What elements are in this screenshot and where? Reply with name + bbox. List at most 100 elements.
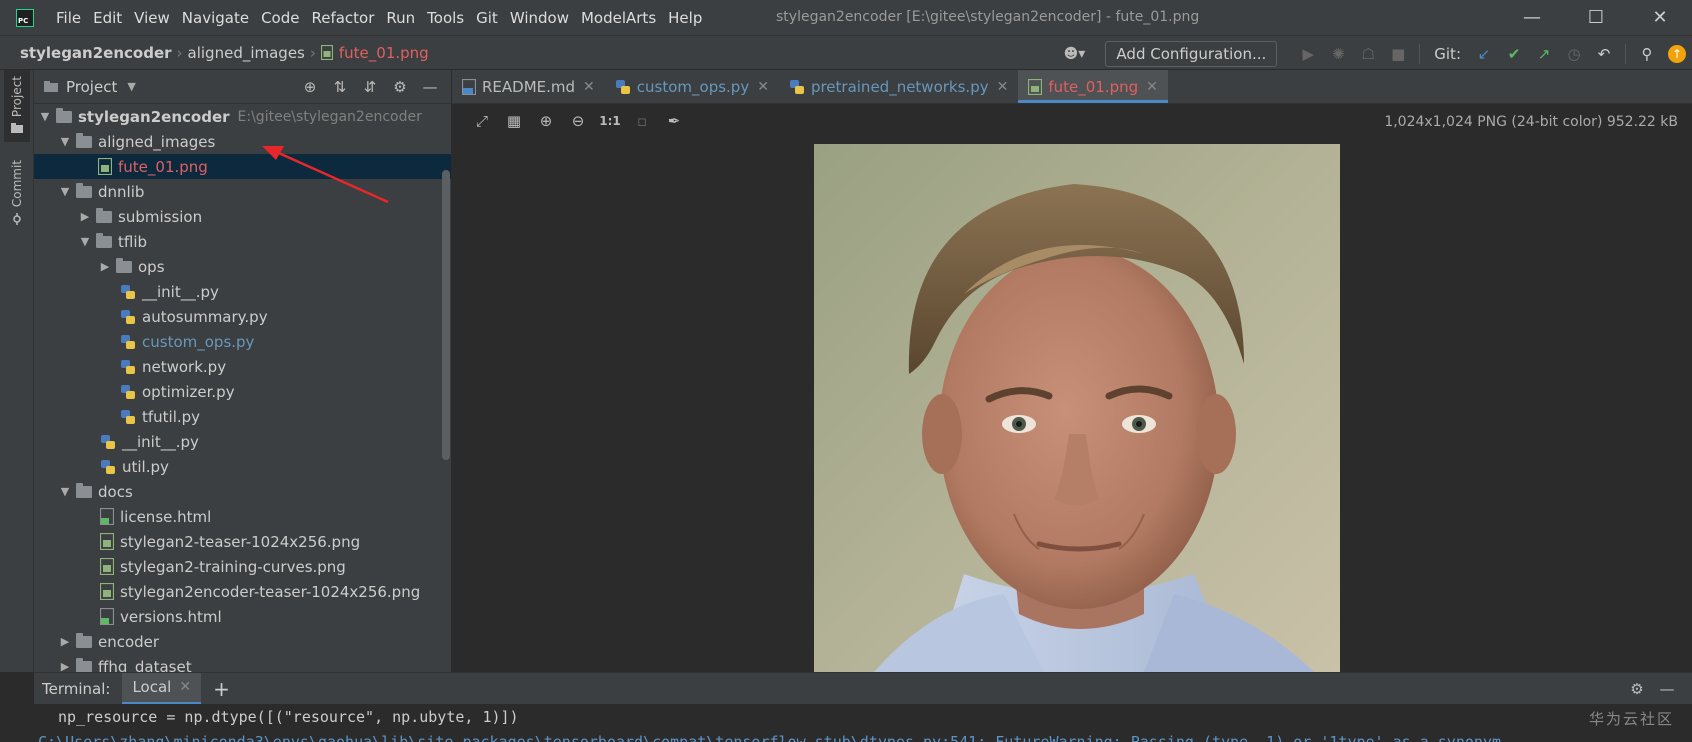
chevron-down-icon[interactable]: ▼ [127,80,135,93]
tree-item-stylegan2encoder[interactable]: ▼ stylegan2encoder E:\gitee\stylegan2enc… [34,104,451,129]
menu-file[interactable]: File [50,9,87,27]
maximize-icon[interactable]: ☐ [1564,0,1628,35]
menu-window[interactable]: Window [504,9,575,27]
color-picker-icon[interactable]: ✒ [658,108,690,134]
debug-icon[interactable]: ✺ [1323,39,1353,69]
tree-item-tflib[interactable]: ▼ tflib [34,229,451,254]
chevron-down-icon[interactable]: ▼ [58,185,72,198]
tab-fute-01-png[interactable]: fute_01.png ✕ [1018,70,1168,103]
project-tree-scrollbar[interactable] [442,170,450,460]
menu-edit[interactable]: Edit [87,9,128,27]
breadcrumb-folder[interactable]: aligned_images [188,44,305,62]
tree-item-dnnlib[interactable]: ▼ dnnlib [34,179,451,204]
expand-all-icon[interactable]: ⇅ [325,76,355,98]
close-icon[interactable]: ✕ [179,679,191,695]
git-push-icon[interactable]: ↗ [1529,39,1559,69]
tree-item-teaser-png[interactable]: stylegan2-teaser-1024x256.png [34,529,451,554]
close-icon[interactable]: ✕ [1146,79,1158,95]
minimize-icon[interactable]: — [1500,0,1564,35]
tree-item-aligned-images[interactable]: ▼ aligned_images [34,129,451,154]
gear-icon[interactable]: ⚙ [385,76,415,98]
gear-icon[interactable]: ⚙ [1622,678,1652,700]
chevron-down-icon[interactable]: ▼ [38,110,52,123]
search-icon[interactable]: ⚲ [1632,39,1662,69]
new-terminal-tab-icon[interactable]: + [213,677,230,701]
locate-file-icon[interactable]: ⊕ [295,76,325,98]
tree-item-tflib-init-py[interactable]: __init__.py [34,279,451,304]
tree-item-versions-html[interactable]: versions.html [34,604,451,629]
project-view-icon [44,81,58,92]
close-icon[interactable]: ✕ [757,79,769,95]
tree-item-encoder-teaser-png[interactable]: stylegan2encoder-teaser-1024x256.png [34,579,451,604]
markdown-file-icon [462,78,476,95]
zoom-out-icon[interactable]: ⊖ [562,108,594,134]
close-icon[interactable]: ✕ [997,79,1009,95]
tree-item-custom-ops-py[interactable]: custom_ops.py [34,329,451,354]
user-account-icon[interactable]: ☻▾ [1059,43,1089,65]
menu-run[interactable]: Run [380,9,421,27]
chevron-down-icon[interactable]: ▼ [58,135,72,148]
chevron-down-icon[interactable]: ▼ [58,485,72,498]
grid-icon[interactable]: ▦ [498,108,530,134]
tree-item-encoder[interactable]: ▶ encoder [34,629,451,654]
chevron-right-icon[interactable]: ▶ [78,210,92,223]
tree-item-network-py[interactable]: network.py [34,354,451,379]
stop-icon[interactable]: ■ [1383,39,1413,69]
toolbar-divider [1625,43,1626,64]
tab-custom-ops-py[interactable]: custom_ops.py ✕ [605,70,779,103]
close-icon[interactable]: ✕ [583,79,595,95]
chevron-right-icon[interactable]: ▶ [98,260,112,273]
chevron-down-icon[interactable]: ▼ [78,235,92,248]
close-window-icon[interactable]: ✕ [1628,0,1692,35]
ide-update-icon[interactable]: ↑ [1662,39,1692,69]
collapse-all-icon[interactable]: ⇵ [355,76,385,98]
git-commit-icon[interactable]: ✔ [1499,39,1529,69]
project-tool-tab[interactable]: Project [4,70,30,142]
zoom-in-icon[interactable]: ⊕ [530,108,562,134]
project-panel-title[interactable]: Project [66,78,117,96]
tree-item-ffhq-dataset[interactable]: ▶ ffhq_dataset [34,654,451,672]
menu-modelarts[interactable]: ModelArts [575,9,662,27]
hide-panel-icon[interactable]: — [415,76,445,98]
terminal-output[interactable]: np_resource = np.dtype([("resource", np.… [34,704,1692,742]
chevron-right-icon[interactable]: ▶ [58,660,72,672]
tree-item-autosummary-py[interactable]: autosummary.py [34,304,451,329]
tree-item-fute-01-png[interactable]: fute_01.png [34,154,451,179]
breadcrumb-project[interactable]: stylegan2encoder [20,44,172,62]
tree-item-ops[interactable]: ▶ ops [34,254,451,279]
tree-item-docs[interactable]: ▼ docs [34,479,451,504]
git-rollback-icon[interactable]: ↶ [1589,39,1619,69]
tree-item-tfutil-py[interactable]: tfutil.py [34,404,451,429]
git-update-icon[interactable]: ↙ [1469,39,1499,69]
hide-panel-icon[interactable]: — [1652,678,1682,700]
tree-item-util-py[interactable]: util.py [34,454,451,479]
menu-code[interactable]: Code [255,9,305,27]
run-icon[interactable]: ▶ [1293,39,1323,69]
tree-item-optimizer-py[interactable]: optimizer.py [34,379,451,404]
folder-icon [76,182,92,198]
menu-git[interactable]: Git [470,9,504,27]
tree-item-license-html[interactable]: license.html [34,504,451,529]
actual-size-button[interactable]: 1:1 [594,108,626,134]
menu-help[interactable]: Help [662,9,708,27]
menu-view[interactable]: View [128,9,176,27]
tree-item-submission[interactable]: ▶ submission [34,204,451,229]
terminal-tab-local[interactable]: Local ✕ [122,672,202,705]
menu-navigate[interactable]: Navigate [176,9,255,27]
tab-pretrained-networks-py[interactable]: pretrained_networks.py ✕ [779,70,1018,103]
commit-tool-tab[interactable]: Commit [4,156,30,228]
git-history-icon[interactable]: ◷ [1559,39,1589,69]
menu-refactor[interactable]: Refactor [305,9,380,27]
coverage-icon[interactable]: ☖ [1353,39,1383,69]
tree-item-training-curves-png[interactable]: stylegan2-training-curves.png [34,554,451,579]
image-file-icon [98,158,112,175]
tab-readme-md[interactable]: README.md ✕ [452,70,605,103]
menu-tools[interactable]: Tools [421,9,470,27]
chevron-right-icon[interactable]: ▶ [58,635,72,648]
fit-window-icon[interactable]: ▫ [626,108,658,134]
tree-item-dnnlib-init-py[interactable]: __init__.py [34,429,451,454]
breadcrumb-file[interactable]: fute_01.png [339,44,429,62]
fit-zoom-icon[interactable]: ⤢ [466,108,498,134]
add-configuration-button[interactable]: Add Configuration... [1105,40,1278,67]
project-tree: ▼ stylegan2encoder E:\gitee\stylegan2enc… [34,104,451,672]
